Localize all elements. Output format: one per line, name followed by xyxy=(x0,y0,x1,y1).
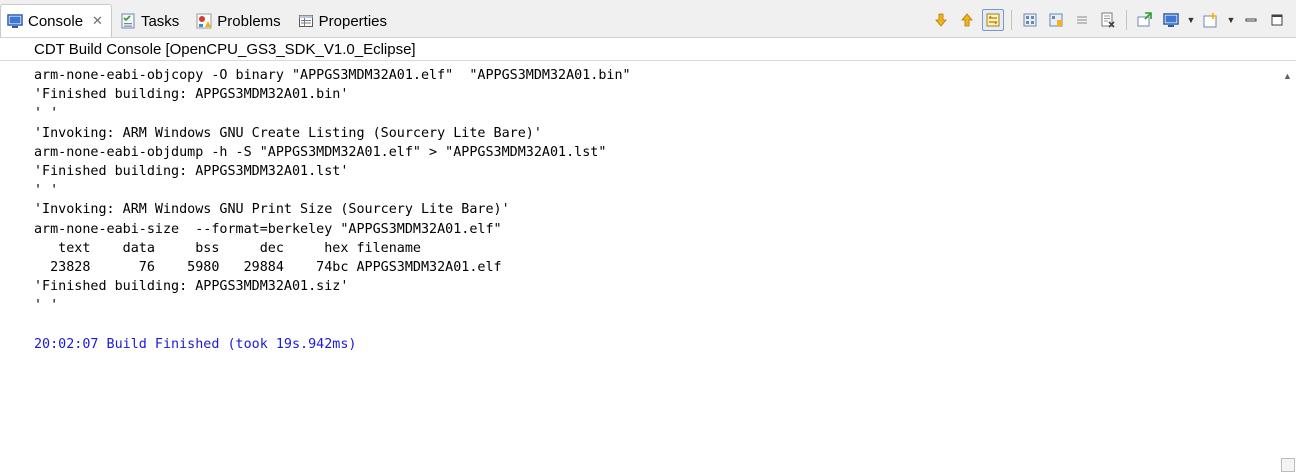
toolbar-separator xyxy=(1126,10,1127,30)
properties-icon xyxy=(298,13,314,29)
clear-console-icon[interactable] xyxy=(1097,9,1119,31)
console-line: 'Invoking: ARM Windows GNU Print Size (S… xyxy=(34,202,510,218)
console-output[interactable]: . . . arm-none-eabi-objcopy -O binary "A… xyxy=(0,61,1278,476)
console-line: arm-none-eabi-objdump -h -S "APPGS3MDM32… xyxy=(34,144,607,160)
tab-console-label: Console xyxy=(28,12,84,30)
maximize-icon[interactable] xyxy=(1266,9,1288,31)
console-icon xyxy=(7,13,23,29)
minimize-icon[interactable] xyxy=(1240,9,1262,31)
tab-problems-label: Problems xyxy=(217,12,281,30)
problems-icon xyxy=(196,13,212,29)
tab-properties[interactable]: Properties xyxy=(290,5,396,37)
build-finished-line: 20:02:07 Build Finished (took 19s.942ms) xyxy=(34,336,357,352)
console-toolbar: ▼ ▼ xyxy=(930,7,1288,33)
tab-tasks-label: Tasks xyxy=(140,12,180,30)
scroll-corner xyxy=(1281,458,1295,472)
tab-problems[interactable]: Problems xyxy=(188,5,289,37)
display-selected-console-icon[interactable] xyxy=(1134,9,1156,31)
console-line: arm-none-eabi-size --format=berkeley "AP… xyxy=(34,221,502,237)
scroll-lock-up-icon[interactable] xyxy=(956,9,978,31)
console-line: ' ' xyxy=(34,298,59,314)
console-monitor-icon[interactable] xyxy=(1160,9,1182,31)
clipped-line: . . . xyxy=(34,61,1278,66)
console-line: ' ' xyxy=(34,106,59,122)
scroll-lock-down-icon[interactable] xyxy=(930,9,952,31)
vertical-scrollbar[interactable]: ▲ xyxy=(1278,61,1296,476)
console-line: 'Finished building: APPGS3MDM32A01.bin' xyxy=(34,87,349,103)
tasks-icon xyxy=(120,13,136,29)
chevron-down-icon[interactable]: ▼ xyxy=(1226,15,1236,25)
console-line: ' ' xyxy=(34,183,59,199)
scroll-up-arrow-icon[interactable]: ▲ xyxy=(1283,71,1292,81)
console-line: text data bss dec hex filename xyxy=(34,240,421,256)
word-wrap-icon[interactable] xyxy=(1045,9,1067,31)
tab-console[interactable]: Console ✕ xyxy=(0,4,112,37)
console-line: 'Invoking: ARM Windows GNU Create Listin… xyxy=(34,125,542,141)
tab-tasks[interactable]: Tasks xyxy=(112,5,188,37)
open-console-icon[interactable] xyxy=(1200,9,1222,31)
view-tab-bar: Console ✕ Tasks Problems Properties ▼ ▼ xyxy=(0,0,1296,37)
console-line: arm-none-eabi-objcopy -O binary "APPGS3M… xyxy=(34,68,631,83)
show-console-icon[interactable] xyxy=(982,9,1004,31)
console-line: 'Finished building: APPGS3MDM32A01.siz' xyxy=(34,279,349,295)
console-line: 23828 76 5980 29884 74bc APPGS3MDM32A01.… xyxy=(34,259,502,275)
tab-properties-label: Properties xyxy=(318,12,388,30)
pin-console-icon[interactable] xyxy=(1019,9,1041,31)
chevron-down-icon[interactable]: ▼ xyxy=(1186,15,1196,25)
align-lines-icon[interactable] xyxy=(1071,9,1093,31)
toolbar-separator xyxy=(1011,10,1012,30)
console-line: 'Finished building: APPGS3MDM32A01.lst' xyxy=(34,163,349,179)
console-title: CDT Build Console [OpenCPU_GS3_SDK_V1.0_… xyxy=(0,37,1296,61)
close-icon[interactable]: ✕ xyxy=(92,13,103,29)
